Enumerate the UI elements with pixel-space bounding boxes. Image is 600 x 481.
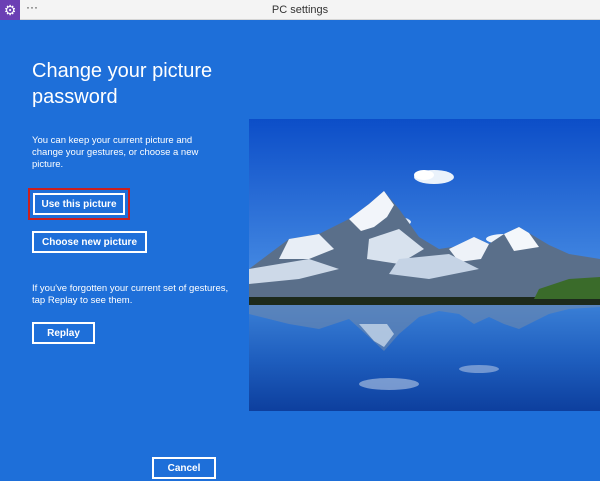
current-password-picture[interactable] — [249, 119, 600, 411]
description-text: You can keep your current picture and ch… — [32, 135, 199, 170]
settings-content: Change your picture password You can kee… — [0, 20, 600, 481]
choose-new-picture-button[interactable]: Choose new picture — [32, 231, 147, 253]
window-title: PC settings — [271, 4, 329, 16]
replay-button[interactable]: Replay — [32, 322, 95, 344]
title-bar: ⚙ ··· PC settings — [0, 0, 600, 20]
page-title: Change your picture password — [32, 60, 213, 108]
replay-hint-text: If you've forgotten your current set of … — [32, 283, 229, 306]
cancel-button[interactable]: Cancel — [152, 457, 216, 479]
use-this-picture-button[interactable]: Use this picture — [33, 193, 125, 215]
